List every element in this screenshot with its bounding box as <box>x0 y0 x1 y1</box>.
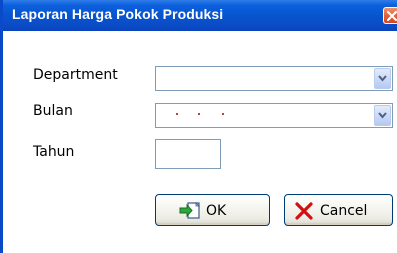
red-x-icon <box>295 202 313 220</box>
department-label: Department <box>33 67 118 83</box>
tahun-input[interactable] <box>155 139 221 169</box>
tahun-label: Tahun <box>33 144 75 160</box>
cancel-button[interactable]: Cancel <box>284 194 393 226</box>
chevron-down-icon <box>378 112 387 119</box>
chevron-down-icon <box>378 75 387 82</box>
ok-document-arrow-icon <box>179 202 200 219</box>
department-dropdown-button[interactable] <box>374 68 391 89</box>
bulan-value-artifact <box>176 113 236 116</box>
title-bar[interactable]: Laporan Harga Pokok Produksi <box>3 0 397 31</box>
dialog-title: Laporan Harga Pokok Produksi <box>12 6 224 22</box>
bulan-select[interactable] <box>155 103 393 128</box>
ok-button[interactable]: OK <box>155 194 270 226</box>
close-button[interactable] <box>383 7 397 24</box>
ok-label: OK <box>206 203 227 219</box>
department-select[interactable] <box>155 66 393 91</box>
bulan-dropdown-button[interactable] <box>374 105 391 126</box>
close-icon <box>387 11 397 21</box>
bulan-label: Bulan <box>33 103 73 119</box>
report-dialog: Laporan Harga Pokok Produksi Department … <box>0 0 397 253</box>
cancel-label: Cancel <box>320 203 368 219</box>
